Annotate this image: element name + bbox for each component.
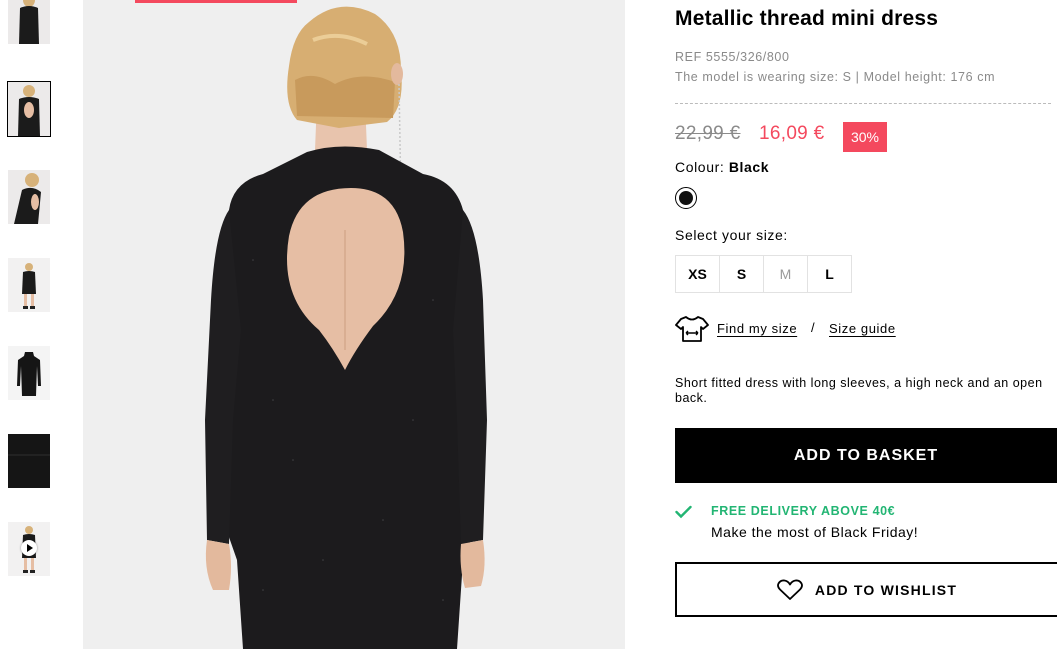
thumbnail-strip — [0, 0, 60, 649]
add-to-basket-button[interactable]: ADD TO BASKET — [675, 428, 1057, 483]
thumbnail-fabric[interactable] — [8, 434, 50, 488]
free-delivery-text: FREE DELIVERY ABOVE 40€ — [711, 504, 896, 518]
colour-line: Colour: Black — [675, 159, 769, 175]
play-icon[interactable] — [21, 540, 37, 556]
black-friday-text: Make the most of Black Friday! — [711, 524, 919, 540]
divider — [675, 103, 1051, 104]
heart-icon — [777, 579, 803, 600]
size-label: Select your size: — [675, 227, 788, 243]
thumbnail-flat[interactable] — [8, 346, 50, 400]
discount-badge: 30% — [843, 122, 887, 152]
link-separator: / — [811, 320, 815, 335]
size-l-button[interactable]: L — [807, 255, 852, 293]
main-product-image[interactable] — [83, 0, 625, 649]
size-s-button[interactable]: S — [719, 255, 764, 293]
dress-back-view — [83, 0, 625, 649]
size-selector: XS S M L — [675, 255, 852, 293]
colour-value: Black — [728, 159, 770, 175]
image-progress-indicator — [135, 0, 297, 3]
find-my-size-link[interactable]: Find my size — [717, 321, 797, 336]
old-price: 22,99 € — [675, 123, 741, 144]
thumbnail-video[interactable] — [8, 522, 50, 576]
thumbnail-full-body[interactable] — [8, 258, 50, 312]
thumbnail-front[interactable] — [8, 0, 50, 44]
sale-price: 16,09 € — [759, 123, 825, 144]
size-guide-link[interactable]: Size guide — [829, 321, 896, 336]
tshirt-size-icon — [675, 316, 709, 342]
wishlist-label: ADD TO WISHLIST — [814, 581, 958, 598]
size-xs-button[interactable]: XS — [675, 255, 720, 293]
colour-label: Colour: — [675, 159, 729, 175]
add-to-wishlist-button[interactable]: ADD TO WISHLIST — [675, 562, 1057, 617]
product-ref: REF 5555/326/800 — [675, 50, 790, 64]
size-m-button[interactable]: M — [763, 255, 808, 293]
thumbnail-side[interactable] — [8, 170, 50, 224]
size-help-row: Find my size / Size guide — [675, 314, 1055, 344]
colour-swatch-black[interactable] — [675, 187, 697, 209]
model-info: The model is wearing size: S | Model hei… — [675, 70, 996, 84]
check-icon — [675, 505, 692, 519]
product-description: Short fitted dress with long sleeves, a … — [675, 376, 1043, 405]
product-title: Metallic thread mini dress — [675, 7, 939, 30]
thumbnail-back[interactable] — [7, 81, 51, 137]
